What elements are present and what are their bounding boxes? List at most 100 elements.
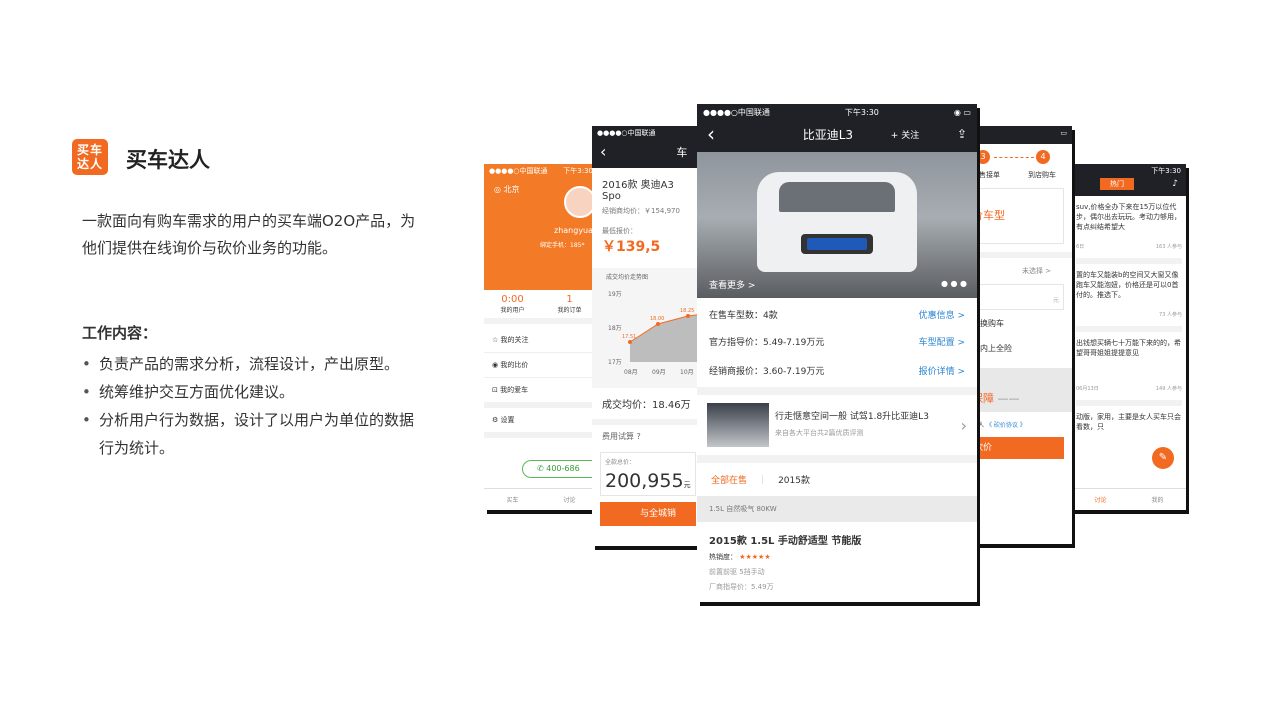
step-4-label: 到店购车 xyxy=(1028,171,1056,179)
post-item[interactable]: 出钱想买辆七十万能下来的的，希望哥哥姐姐提提意见 06月13日 149 人参与 xyxy=(1076,332,1182,406)
work-title: 工作内容： xyxy=(82,324,158,342)
city-label: 北京 xyxy=(503,185,520,194)
option-insurance[interactable]: 省内上全险 xyxy=(972,329,1072,354)
stat-label: 我的订单 xyxy=(557,307,582,314)
battery-icon: ▭ xyxy=(1060,129,1067,137)
username: zhangyua xyxy=(554,226,594,235)
menu-label: 设置 xyxy=(500,416,515,424)
tab-all-on-sale[interactable]: 全部在售 xyxy=(711,473,747,486)
hotline-number: 400-686 xyxy=(546,464,580,473)
config-link[interactable]: 车型配置 > xyxy=(919,335,965,348)
post-count: 149 人参与 xyxy=(1155,386,1182,392)
back-icon[interactable]: ‹ xyxy=(600,142,606,161)
post-count: 163 人参与 xyxy=(1155,244,1182,250)
tab-hot[interactable]: 热门 xyxy=(1100,178,1134,190)
view-more-link[interactable]: 查看更多 > xyxy=(709,278,755,291)
post-text: 动版，家用，主要是女人买车只会看数，只 xyxy=(1076,413,1181,431)
bell-icon[interactable]: ♪ xyxy=(1172,179,1178,189)
heat-label: 热销度： xyxy=(709,553,737,561)
phone-discussion-screen: 下午3:30 热门 ♪ suv,价格全办下来在15万以位代步，偶尔出去玩玩。考动… xyxy=(1072,164,1186,510)
unit-label: 元 xyxy=(1052,297,1059,304)
trim-item[interactable]: 2015款 1.5L 手动舒适型 节能版 热销度： ★★★★★ 前置前驱 5挡手… xyxy=(697,522,977,602)
help-icon: ? xyxy=(636,432,641,441)
row-label: 官方指导价： xyxy=(709,338,764,348)
phone-order-screen: ▭ 3 4 销售接单 到店购车 价车型 未选择 > 元 置换购车 省内上全险 保… xyxy=(972,126,1072,544)
city-sales-button[interactable]: 与全城销 xyxy=(600,502,696,526)
tab-label: 买车 xyxy=(506,497,519,504)
compose-button[interactable]: ✎ xyxy=(1152,447,1174,469)
article-thumbnail xyxy=(707,403,769,447)
bargain-button[interactable]: 砍价 xyxy=(972,437,1064,459)
svg-text:18万: 18万 xyxy=(608,325,622,332)
bound-phone: 绑定手机：185* xyxy=(540,242,585,249)
stat-users[interactable]: 0:00 我的用户 xyxy=(484,294,541,314)
phone-icon: ✆ xyxy=(537,464,544,473)
option-tradein[interactable]: 置换购车 xyxy=(972,310,1072,329)
work-item: 统筹维护交互方面优化建议。 xyxy=(82,378,427,406)
review-article[interactable]: 行走惬意空间一般 试驾1.8升比亚迪L3 来自各大平台共2篇优质评测 › xyxy=(697,395,977,463)
phone-price-screen: ●●●●○中国联通 ‹ 车 2016款 奥迪A3 Spo 经销商均价：￥154,9… xyxy=(592,126,704,546)
dealer-avg: 经销商均价：￥154,970 xyxy=(602,207,680,215)
car-hero-image[interactable]: 查看更多 > ● ● ● xyxy=(697,152,977,298)
post-item[interactable]: 置的车又能装b的空间又大窗又像跑车又能泡妞，价格还是可以0首付的。推选下。 73 … xyxy=(1076,264,1182,332)
min-price-label: 最低报价： xyxy=(602,227,637,235)
menu-label: 我的比价 xyxy=(500,361,529,369)
hotline-button[interactable]: ✆ 400-686 xyxy=(522,460,598,478)
unselected-label: 未选择 > xyxy=(1022,267,1052,275)
tab-buy[interactable]: 买车 xyxy=(484,495,541,504)
follow-button[interactable]: + 关注 xyxy=(891,128,919,141)
carousel-dots: ● ● ● xyxy=(940,279,967,288)
menu-item-mycar[interactable]: ⊡ 我的爱车 xyxy=(484,378,598,408)
chevron-right-icon: › xyxy=(960,415,967,435)
option-selector[interactable]: 未选择 > xyxy=(972,258,1072,284)
post-text: 出钱想买辆七十万能下来的的，希望哥哥姐姐提提意见 xyxy=(1076,339,1181,357)
tab-label: 讨论 xyxy=(563,497,576,504)
row-value: 5.49-7.19万元 xyxy=(763,338,825,348)
fee-calculator[interactable]: 费用试算 ? xyxy=(592,425,704,448)
total-unit: 元 xyxy=(683,481,691,489)
post-date: 06月13日 xyxy=(1076,386,1099,392)
menu-item-follow[interactable]: ☆ 我的关注 xyxy=(484,328,598,353)
trim-spec: 前置前驱 5挡手动 xyxy=(709,568,765,576)
trend-chart-svg: 19万 18万 17万 17.51 18.00 18.25 08月 09月 10… xyxy=(608,291,704,376)
tab-year-2015[interactable]: 2015款 xyxy=(778,473,810,486)
tab-mine[interactable]: 我的 xyxy=(1129,495,1186,504)
gear-icon: ⚙ xyxy=(492,416,499,424)
back-icon[interactable]: ‹ xyxy=(707,122,715,146)
phone-profile-screen: ●●●●○中国联通 下午3:30 ◎ 北京 zhangyua 绑定手机：185* … xyxy=(484,164,598,510)
tab-discuss[interactable]: 讨论 xyxy=(1072,495,1129,504)
guarantee-banner: 保障 —— xyxy=(972,368,1072,412)
avg-label: 成交均价： xyxy=(602,400,652,411)
discount-link[interactable]: 优惠信息 > xyxy=(919,308,965,321)
menu-label: 我的爱车 xyxy=(500,386,529,394)
post-text: 置的车又能装b的空间又大窗又像跑车又能泡妞，价格还是可以0首付的。推选下。 xyxy=(1076,271,1179,299)
stat-label: 我的用户 xyxy=(500,307,525,314)
tab-discuss[interactable]: 讨论 xyxy=(541,495,598,504)
agreement-link[interactable]: 《 砍价协议 》 xyxy=(986,422,1026,429)
car-type-box[interactable]: 价车型 xyxy=(972,188,1064,244)
stat-orders[interactable]: 1 我的订单 xyxy=(541,294,598,314)
menu-item-compare[interactable]: ◉ 我的比价 xyxy=(484,353,598,378)
svg-text:10月: 10月 xyxy=(680,369,694,376)
share-icon[interactable]: ⇪ xyxy=(957,127,967,141)
post-item[interactable]: 动版，家用，主要是女人买车只会看数，只 xyxy=(1076,406,1182,438)
tab-label: 讨论 xyxy=(1094,497,1107,504)
row-value: 4款 xyxy=(763,311,778,321)
car-icon: ⊡ xyxy=(492,386,498,394)
svg-text:09月: 09月 xyxy=(652,369,666,376)
trim-price: 厂商指导价：5.49万 xyxy=(709,583,774,591)
phone-car-detail-screen: ●●●●○中国联通 下午3:30 ◉ ▭ ‹ 比亚迪L3 + 关注 ⇪ 查看更多 >… xyxy=(697,104,977,602)
svg-text:17.51: 17.51 xyxy=(622,334,636,340)
quote-link[interactable]: 报价详情 > xyxy=(919,364,965,377)
svg-text:08月: 08月 xyxy=(624,369,638,376)
nav-title: 比亚迪L3 xyxy=(802,127,854,142)
time-text: 下午3:30 xyxy=(844,107,879,117)
app-description: 一款面向有购车需求的用户的买车端O2O产品，为他们提供在线询价与砍价业务的功能。 xyxy=(82,212,416,257)
menu-item-settings[interactable]: ⚙ 设置 xyxy=(484,408,598,438)
option-label: 省内上全险 xyxy=(972,344,1012,353)
post-text: suv,价格全办下来在15万以位代步，偶尔出去玩玩。考动力够用，有点纠结希望大 xyxy=(1076,203,1181,231)
post-item[interactable]: suv,价格全办下来在15万以位代步，偶尔出去玩玩。考动力够用，有点纠结希望大 6… xyxy=(1076,196,1182,264)
svg-text:17万: 17万 xyxy=(608,359,622,366)
price-input[interactable]: 元 xyxy=(972,284,1064,310)
post-date: 6日 xyxy=(1076,244,1085,250)
